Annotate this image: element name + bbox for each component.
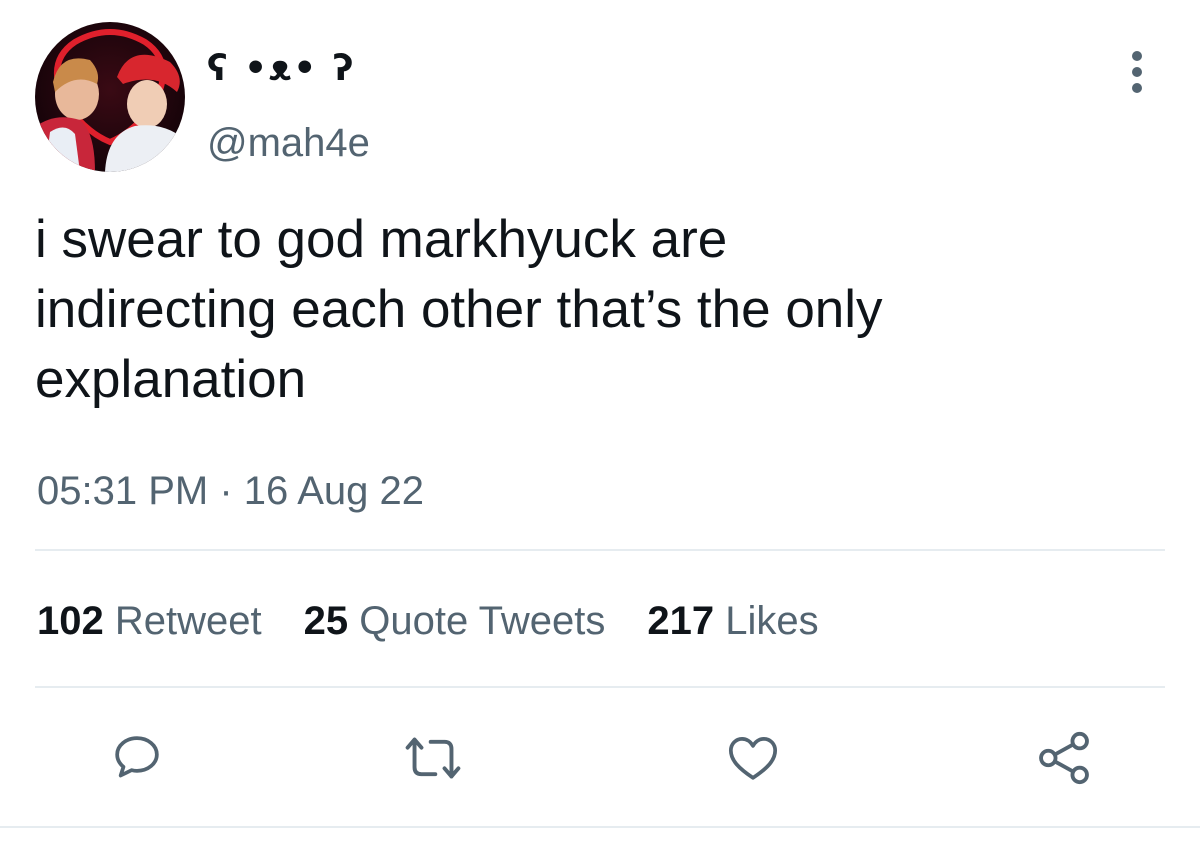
retweet-label: Retweet	[114, 599, 262, 643]
like-label: Likes	[725, 599, 819, 643]
divider	[35, 549, 1165, 551]
tweet-stats: 102 Retweet 25 Quote Tweets 217 Likes	[37, 596, 861, 646]
like-count-link[interactable]: 217 Likes	[647, 596, 818, 646]
tweet-text: i swear to god markhyuck are indirecting…	[35, 205, 1155, 415]
more-vertical-icon	[1132, 51, 1142, 93]
tweet-text-line: explanation	[35, 350, 307, 409]
share-icon	[1039, 731, 1089, 785]
quote-count-link[interactable]: 25 Quote Tweets	[304, 596, 606, 646]
more-options-button[interactable]	[1115, 42, 1159, 102]
bottom-divider	[0, 826, 1200, 828]
tweet-text-line: i swear to god markhyuck are	[35, 210, 728, 269]
like-count: 217	[647, 599, 715, 643]
reply-icon	[115, 736, 159, 778]
retweet-count: 102	[37, 599, 104, 643]
quote-count: 25	[303, 599, 349, 643]
avatar-image	[35, 22, 185, 172]
reply-button[interactable]	[107, 728, 167, 788]
tweet-date: 16 Aug 22	[243, 469, 424, 513]
tweet-timestamp[interactable]: 05:31 PM · 16 Aug 22	[37, 466, 424, 516]
quote-label: Quote Tweets	[359, 599, 606, 643]
divider	[35, 686, 1165, 688]
display-name[interactable]: ʕ •ᴥ• ʔ	[207, 44, 355, 94]
retweet-count-link[interactable]: 102 Retweet	[37, 596, 262, 646]
like-button[interactable]	[723, 728, 783, 788]
user-handle[interactable]: @mah4e	[207, 118, 370, 168]
retweet-button[interactable]	[403, 728, 463, 788]
share-button[interactable]	[1034, 728, 1094, 788]
retweet-icon	[405, 737, 461, 779]
meta-separator: ·	[219, 469, 233, 513]
avatar[interactable]	[35, 22, 185, 172]
tweet-time: 05:31 PM	[37, 469, 209, 513]
tweet-text-line: indirecting each other that’s the only	[35, 280, 883, 339]
heart-icon	[728, 737, 778, 780]
